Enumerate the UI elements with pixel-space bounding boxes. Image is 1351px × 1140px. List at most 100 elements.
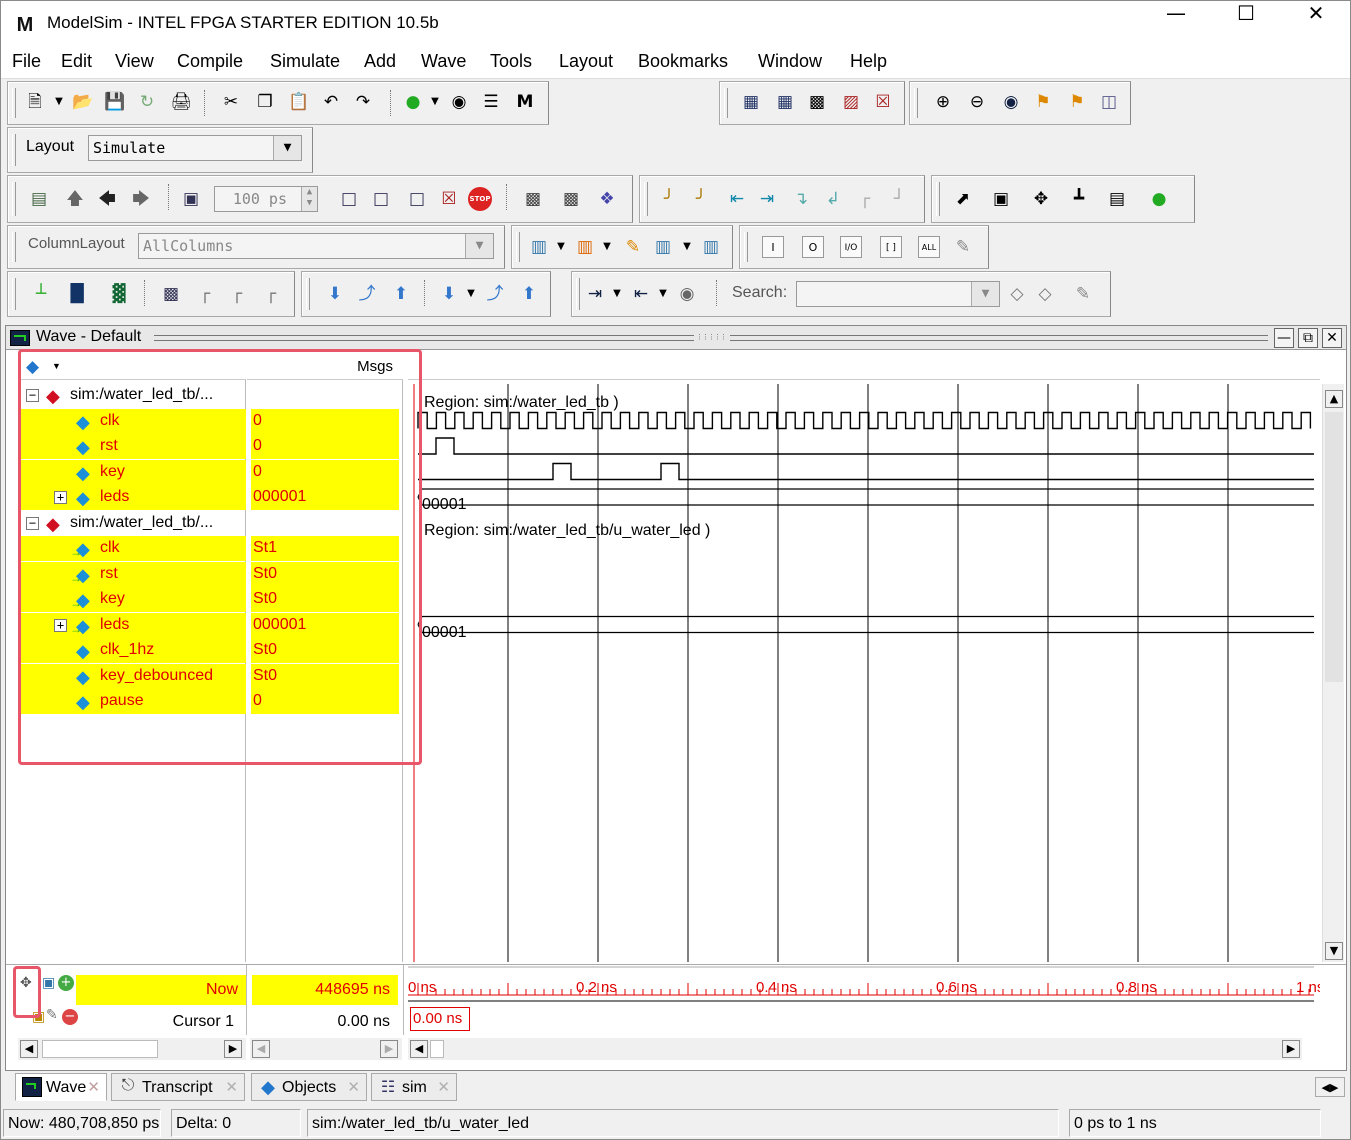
pan-mode-icon[interactable]: ✥	[1030, 188, 1052, 210]
cursor-properties-icon[interactable]: ✎	[46, 1007, 62, 1023]
scroll-down-arrow-icon[interactable]: ▼	[1325, 942, 1343, 960]
restart-sim-icon[interactable]: ▣	[180, 188, 202, 210]
paste-icon[interactable]: 📋	[288, 91, 310, 113]
menu-file[interactable]: File	[12, 51, 41, 72]
name-pane-hscroll[interactable]: ◀ ▶	[18, 1038, 246, 1060]
menu-window[interactable]: Window	[758, 51, 822, 72]
tab-wave[interactable]: Wave ✕	[15, 1073, 107, 1101]
zoom-out-icon[interactable]: ⊖	[966, 91, 988, 113]
compare-run-icon[interactable]: ▥	[652, 236, 674, 258]
insert-divider-icon[interactable]: ┴	[30, 283, 52, 305]
block-icon[interactable]: ▩	[160, 283, 182, 305]
layout-select[interactable]: Simulate ▼	[88, 135, 302, 161]
tab-sim[interactable]: ☷ sim ✕	[371, 1073, 457, 1101]
up-arrow-icon[interactable]: 🡅	[64, 188, 86, 210]
chevron-down-icon[interactable]: ▼	[48, 91, 70, 113]
modelsim-m-icon[interactable]: M	[514, 91, 536, 113]
edge-2-icon[interactable]: ┌	[226, 283, 248, 305]
step-out-icon[interactable]: ❖	[596, 188, 618, 210]
chevron-down-icon[interactable]: ▼	[273, 136, 301, 160]
scroll-up-arrow-icon[interactable]: ▲	[1325, 390, 1343, 408]
find-previous-icon[interactable]: ◇	[1006, 283, 1028, 305]
edit-cursor-icon[interactable]: ▣	[42, 975, 56, 993]
compare-start-icon[interactable]: ▥	[528, 236, 550, 258]
chevron-down-icon[interactable]: ▼	[550, 236, 572, 258]
menu-help[interactable]: Help	[850, 51, 887, 72]
clear-icon[interactable]: ☒	[872, 91, 894, 113]
chevron-down-icon[interactable]: ▼	[652, 283, 674, 305]
step-out-current-icon[interactable]: ⬆	[518, 283, 540, 305]
print-icon[interactable]: 🖨	[170, 91, 192, 113]
maximize-button[interactable]: ☐	[1211, 1, 1281, 47]
find-next-icon[interactable]: ◇	[1034, 283, 1056, 305]
scroll-left-arrow-icon[interactable]: ◀	[252, 1040, 270, 1058]
step-into-current-icon[interactable]: ⬇	[438, 283, 460, 305]
select-mode-icon[interactable]: ⬈	[952, 188, 974, 210]
add-cursor-icon[interactable]: ╯	[658, 188, 680, 210]
prev-transition-icon[interactable]: ┌	[854, 188, 876, 210]
previous-edge-icon[interactable]: ⇤	[726, 188, 748, 210]
vertical-scrollbar[interactable]: ▲ ▼	[1322, 384, 1344, 962]
close-icon[interactable]: ✕	[225, 1078, 238, 1096]
filter-inout-button[interactable]: I/O	[840, 236, 862, 258]
compile-all-icon[interactable]: ▦	[774, 91, 796, 113]
traffic-light-icon[interactable]: ●	[1148, 188, 1170, 210]
menu-view[interactable]: View	[115, 51, 154, 72]
step-out-line-icon[interactable]: ⬆	[390, 283, 412, 305]
insert-cursor-icon[interactable]: +	[58, 975, 74, 991]
compare-end-icon[interactable]: ▥	[700, 236, 722, 258]
filter-input-button[interactable]: I	[762, 236, 784, 258]
menu-tools[interactable]: Tools	[490, 51, 532, 72]
stop-icon[interactable]: STOP	[468, 187, 492, 211]
compare-options-icon[interactable]: ▥	[574, 236, 596, 258]
insert-breakpoint-icon[interactable]: █	[66, 283, 88, 305]
zoom-in-icon[interactable]: ⊕	[932, 91, 954, 113]
copy-icon[interactable]: ❐	[254, 91, 276, 113]
rising-edge-icon[interactable]: ↲	[822, 188, 844, 210]
run-all-icon[interactable]: □	[406, 188, 428, 210]
add-circle-icon[interactable]: ●	[402, 91, 424, 113]
scroll-thumb[interactable]	[430, 1040, 444, 1058]
scroll-right-arrow-icon[interactable]: ▶	[380, 1040, 398, 1058]
zoom-last-icon[interactable]: ◫	[1098, 91, 1120, 113]
back-arrow-icon[interactable]: 🡄	[96, 188, 118, 210]
chevron-down-icon[interactable]: ▼	[460, 283, 482, 305]
close-icon[interactable]: ✕	[347, 1078, 360, 1096]
tab-objects[interactable]: ◆ Objects ✕	[251, 1073, 367, 1101]
edge-3-icon[interactable]: ┌	[260, 283, 282, 305]
wave-undock-button[interactable]: ⧉	[1298, 328, 1318, 348]
zoom-mode-icon[interactable]: ▣	[990, 188, 1012, 210]
column-layout-select[interactable]: AllColumns ▼	[138, 233, 494, 259]
continue-run-icon[interactable]: □	[370, 188, 392, 210]
next-edge-icon[interactable]: ⇥	[756, 188, 778, 210]
hierarchy-icon[interactable]: ☰	[480, 91, 502, 113]
forward-arrow-icon[interactable]: 🡆	[130, 188, 152, 210]
delete-cursor-icon[interactable]: ╯	[690, 188, 712, 210]
chevron-down-icon[interactable]: ▼	[676, 236, 698, 258]
wave-edit-icon[interactable]: ▤	[1106, 188, 1128, 210]
reload-icon[interactable]: ↻	[136, 91, 158, 113]
new-file-icon[interactable]: 🗎	[24, 91, 46, 113]
menu-compile[interactable]: Compile	[177, 51, 243, 72]
chevron-down-icon[interactable]: ▼	[596, 236, 618, 258]
filter-internal-button[interactable]: [ ]	[880, 236, 902, 258]
expand-icon[interactable]: ⇥	[584, 283, 606, 305]
restart-icon[interactable]: ▤	[28, 188, 50, 210]
run-length-input[interactable]: 100 ps ▲ ▼	[214, 186, 318, 212]
break-icon[interactable]: ☒	[438, 188, 460, 210]
zoom-range-icon[interactable]: ⚑	[1066, 91, 1088, 113]
cursor-time-flag[interactable]: 0.00 ns	[410, 1007, 470, 1031]
group-icon[interactable]: ▓	[108, 283, 130, 305]
cut-icon[interactable]: ✂	[220, 91, 242, 113]
menu-bookmarks[interactable]: Bookmarks	[638, 51, 728, 72]
save-icon[interactable]: 💾	[104, 91, 126, 113]
drag-handle-icon[interactable]: ⋮⋮⋮⋮⋮	[696, 333, 727, 343]
step-icon[interactable]: ▩	[522, 188, 544, 210]
value-pane-hscroll[interactable]: ◀ ▶	[250, 1038, 402, 1060]
next-transition-icon[interactable]: ┘	[888, 188, 910, 210]
delete-cursor-small-icon[interactable]: −	[62, 1009, 78, 1025]
scroll-left-arrow-icon[interactable]: ◀	[20, 1040, 38, 1058]
menu-simulate[interactable]: Simulate	[270, 51, 340, 72]
run-length-stepper[interactable]: ▲ ▼	[301, 187, 317, 211]
tab-transcript[interactable]: ⎋ Transcript ✕	[111, 1073, 245, 1101]
